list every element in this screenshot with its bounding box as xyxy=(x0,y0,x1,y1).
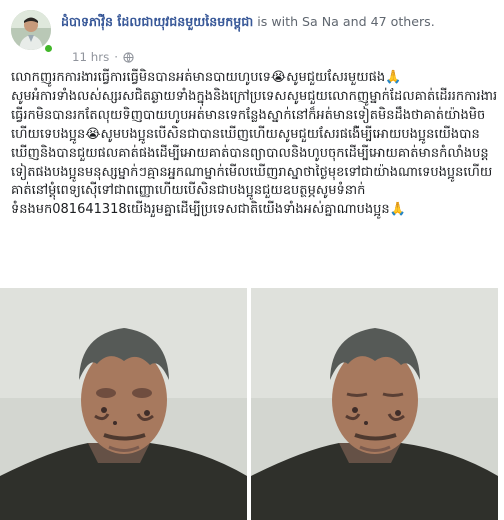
meta-separator: · xyxy=(114,50,118,64)
post-photo-2[interactable] xyxy=(251,288,498,520)
post-photo-1[interactable] xyxy=(0,288,247,520)
timestamp-link[interactable]: 11 hrs xyxy=(72,50,109,64)
online-status-dot xyxy=(43,43,54,54)
tagged-people-text[interactable]: is with Sa Na and 47 others. xyxy=(257,14,434,29)
facebook-post: ដំបាទភាវ៉ុិន ដែលជាយុវជនមួយនៃមកម្ពុជា is … xyxy=(0,0,504,520)
author-line: ដំបាទភាវ៉ុិន ដែលជាយុវជនមួយនៃមកម្ពុជា is … xyxy=(61,13,501,31)
post-paragraph-1: លោកញូរកការងារធ្វើការធ្វើមិនបានអត់មានបាយហ… xyxy=(11,70,402,85)
author-name-link[interactable]: ដំបាទភាវ៉ុិន ដែលជាយុវជនមួយនៃមកម្ពុជា xyxy=(61,14,253,29)
post-header: ដំបាទភាវ៉ុិន ដែលជាយុវជនមួយនៃមកម្ពុជា is … xyxy=(11,10,501,65)
post-meta: 11 hrs · xyxy=(72,50,134,64)
globe-icon[interactable] xyxy=(123,51,134,63)
post-body: លោកញូរកការងារធ្វើការធ្វើមិនបានអត់មានបាយហ… xyxy=(11,69,498,220)
post-paragraph-2: សូមអំការទាំងលស់ស្សរសជិតឆ្ងាយទាំងក្នុងនិង… xyxy=(11,88,498,218)
photo-grid xyxy=(0,288,504,520)
